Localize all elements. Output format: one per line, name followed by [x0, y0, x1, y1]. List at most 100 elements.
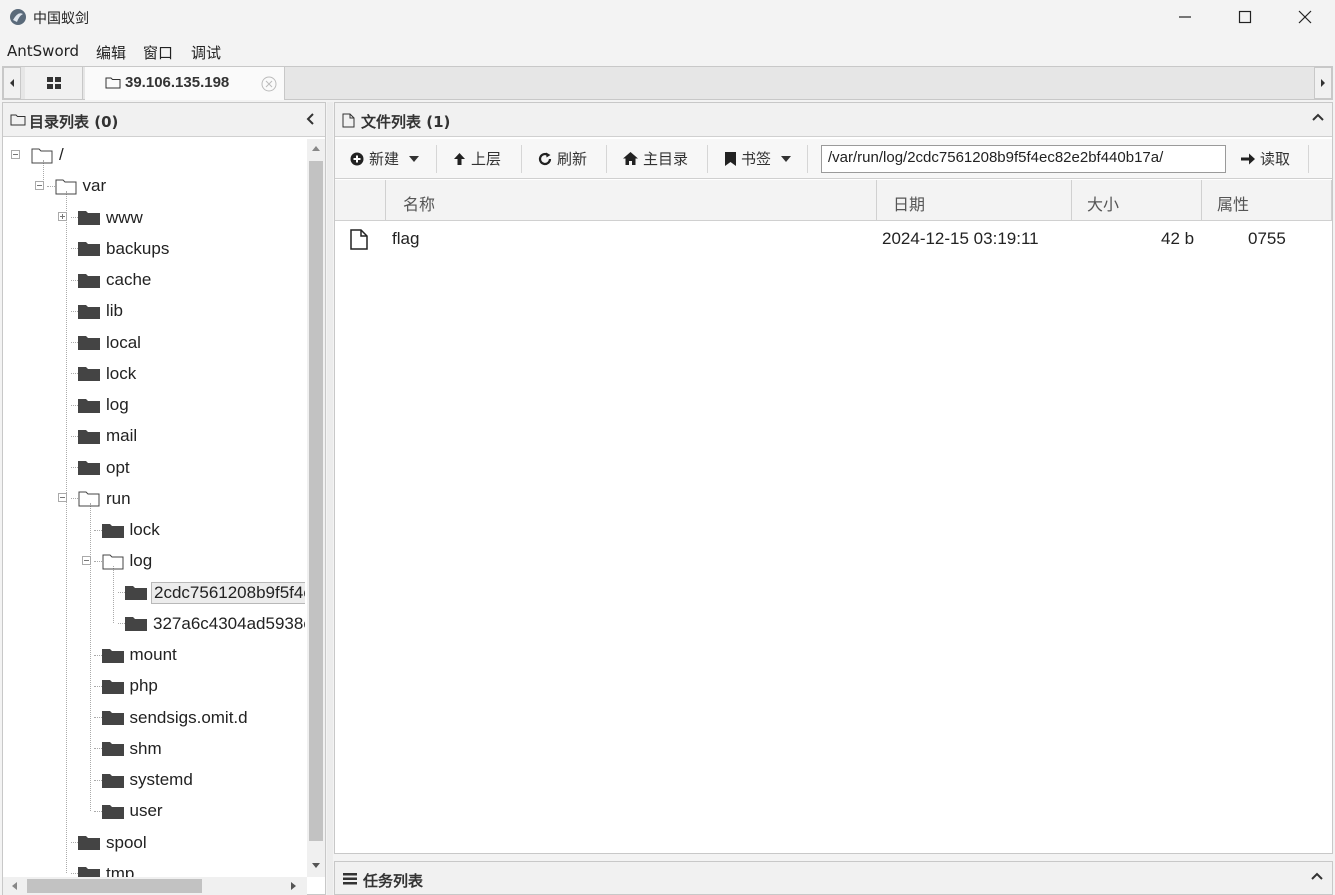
tree-node[interactable]: mount: [101, 641, 177, 669]
menu-bar: AntSword 编辑 窗口 调试: [0, 34, 1335, 66]
menu-antsword[interactable]: AntSword: [7, 42, 79, 60]
scroll-left-icon[interactable]: [11, 882, 17, 890]
tree-vertical-scrollbar[interactable]: [307, 139, 325, 877]
tree-guide-line: [70, 467, 78, 469]
folder-icon: [78, 304, 100, 319]
tree-node[interactable]: log: [78, 391, 129, 419]
home-button[interactable]: 主目录: [623, 148, 688, 169]
tree-node[interactable]: 327a6c4304ad5938e: [125, 610, 305, 638]
tree-node[interactable]: user: [101, 797, 163, 825]
tree-node[interactable]: spool: [78, 829, 147, 857]
tab-close-icon[interactable]: [261, 76, 277, 92]
menu-edit[interactable]: 编辑: [96, 42, 126, 63]
file-row[interactable]: flag 2024-12-15 03:19:11 42 b 0755: [335, 221, 1332, 257]
tab-host[interactable]: 39.106.135.198: [85, 67, 285, 100]
tree-node-label: opt: [106, 457, 130, 477]
collapse-left-icon[interactable]: [305, 112, 315, 126]
folder-icon: [78, 836, 100, 850]
tree-vertical-scroll-thumb[interactable]: [309, 161, 323, 841]
tree-node[interactable]: local: [78, 329, 141, 357]
file-panel-header: 文件列表 (1): [335, 103, 1332, 137]
refresh-button-label: 刷新: [557, 150, 588, 168]
scroll-up-icon[interactable]: [312, 145, 320, 151]
expand-plus-icon[interactable]: [58, 212, 67, 222]
column-attr-header[interactable]: 属性: [1217, 191, 1249, 215]
tree-node-label: lock: [129, 520, 160, 539]
path-input[interactable]: /var/run/log/2cdc7561208b9f5f4ec82e2bf44…: [821, 145, 1226, 173]
tree-node[interactable]: backups: [78, 235, 169, 263]
tree-guide-line: [94, 654, 102, 656]
file-panel: 文件列表 (1) 新建 上层 刷新 主目录 书签 /var/run/log/2c…: [334, 102, 1333, 854]
file-panel-title: 文件列表 (1): [361, 113, 451, 131]
scroll-right-icon[interactable]: [291, 882, 297, 890]
tree-horizontal-scroll-thumb[interactable]: [27, 879, 202, 893]
tab-home[interactable]: [25, 67, 83, 99]
menu-debug[interactable]: 调试: [191, 42, 221, 63]
tree-node[interactable]: tmp: [78, 860, 134, 877]
bookmark-icon: [725, 151, 736, 166]
collapse-minus-icon[interactable]: [81, 555, 91, 565]
tree-node-label: 327a6c4304ad5938e: [153, 613, 305, 633]
directory-tree: / var www backups cache lib local lock log mail op…: [3, 139, 305, 877]
tree-node[interactable]: lib: [78, 297, 123, 325]
toolbar-separator: [707, 145, 708, 173]
scroll-down-icon[interactable]: [312, 863, 320, 869]
directory-panel: 目录列表 (0) / var www backups cache lib local lock…: [2, 102, 326, 895]
tree-node[interactable]: var: [55, 172, 107, 200]
tab-scroll-right-button[interactable]: [1314, 67, 1332, 99]
up-button[interactable]: 上层: [453, 148, 501, 169]
folder-outline-icon: [105, 77, 121, 89]
caret-down-icon: [409, 155, 420, 162]
task-panel: 任务列表: [334, 861, 1333, 895]
toolbar-separator: [606, 145, 607, 173]
column-name-header[interactable]: 名称: [403, 191, 435, 215]
file-list-header: 名称 日期 大小 属性: [335, 180, 1332, 221]
read-button[interactable]: 读取: [1241, 148, 1290, 169]
collapse-minus-icon[interactable]: [11, 149, 20, 159]
column-size-header[interactable]: 大小: [1087, 191, 1119, 215]
tree-node[interactable]: 2cdc7561208b9f5f4e: [125, 579, 305, 607]
tree-horizontal-scrollbar[interactable]: [3, 877, 307, 895]
toolbar-separator: [436, 145, 437, 173]
tab-host-label: 39.106.135.198: [125, 74, 230, 91]
close-button[interactable]: [1275, 0, 1335, 34]
tree-guide-line: [70, 404, 78, 406]
tree-node[interactable]: www: [78, 204, 143, 232]
tree-node-label: var: [82, 176, 107, 196]
new-button[interactable]: 新建: [350, 148, 420, 169]
menu-window[interactable]: 窗口: [143, 42, 173, 63]
collapse-minus-icon[interactable]: [34, 180, 44, 190]
tree-node[interactable]: lock: [101, 516, 160, 544]
folder-icon: [101, 679, 124, 694]
tree-node[interactable]: sendsigs.omit.d: [101, 704, 248, 732]
tree-node-label: www: [106, 207, 143, 227]
collapse-up-icon[interactable]: [1311, 112, 1325, 122]
maximize-button[interactable]: [1215, 0, 1275, 34]
tree-node[interactable]: /: [31, 141, 64, 169]
tab-scroll-left-button[interactable]: [3, 67, 21, 99]
tree-node[interactable]: opt: [78, 454, 130, 482]
folder-icon: [78, 429, 100, 444]
home-icon: [623, 152, 638, 165]
refresh-button[interactable]: 刷新: [538, 148, 587, 169]
tree-node[interactable]: cache: [78, 266, 151, 294]
tree-node[interactable]: systemd: [101, 766, 193, 794]
minimize-button[interactable]: [1155, 0, 1215, 34]
folder-icon: [101, 773, 124, 788]
grid-icon: [46, 77, 61, 89]
tree-node[interactable]: log: [102, 547, 152, 575]
expand-up-icon[interactable]: [1310, 871, 1324, 881]
tree-node[interactable]: shm: [101, 735, 162, 763]
tree-node[interactable]: run: [78, 485, 131, 513]
title-bar: 中国蚁剑: [0, 0, 1335, 34]
tree-node[interactable]: lock: [78, 360, 136, 388]
tree-guide-line: [94, 748, 102, 750]
column-separator: [1201, 180, 1202, 221]
bookmark-button[interactable]: 书签: [725, 148, 792, 169]
collapse-minus-icon[interactable]: [58, 493, 67, 503]
tree-node[interactable]: php: [101, 672, 158, 700]
tree-node-label: backups: [106, 238, 170, 258]
tree-node[interactable]: mail: [78, 422, 137, 450]
panel-splitter[interactable]: [327, 102, 333, 895]
column-date-header[interactable]: 日期: [893, 191, 925, 215]
